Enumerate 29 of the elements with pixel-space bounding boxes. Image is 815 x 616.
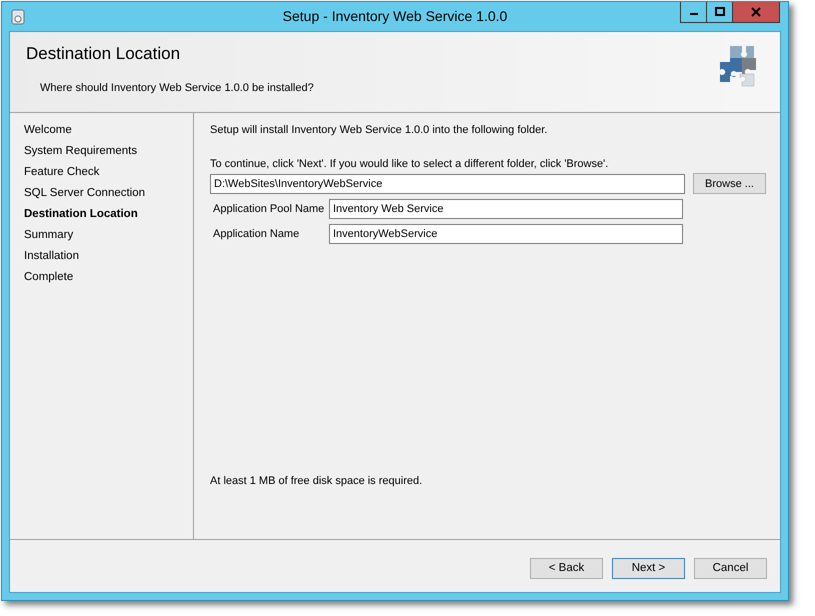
input-field[interactable]: InventoryWebService <box>329 224 683 244</box>
setup-icon <box>11 9 25 25</box>
minimize-button[interactable] <box>681 2 707 22</box>
field-label: Application Name <box>213 228 300 240</box>
page-title: Destination Location <box>26 44 182 64</box>
instruction-text: To continue, click 'Next'. If you would like to select a different folder, click 'Browse'. <box>210 158 610 170</box>
intro-text: Setup will install Inventory Web Service 1.0.0 into the following folder. <box>210 124 548 138</box>
close-button[interactable] <box>733 2 779 22</box>
input-field[interactable]: Inventory Web Service <box>329 199 683 219</box>
page-subtitle: Where should Inventory Web Service 1.0.0 be installed? <box>40 82 314 94</box>
field-label: Application Pool Name <box>213 203 326 215</box>
maximize-icon <box>714 7 724 17</box>
wizard-button[interactable]: Next > <box>612 558 685 578</box>
browse-button[interactable]: Browse ... <box>693 173 766 194</box>
close-icon <box>751 7 761 17</box>
window-title: Setup - Inventory Web Service 1.0.0 <box>282 8 508 24</box>
step-item: Feature Check <box>24 165 100 180</box>
step-item: SQL Server Connection <box>24 186 146 201</box>
step-item: Complete <box>24 270 74 285</box>
wizard-button[interactable]: < Back <box>530 558 603 578</box>
step-item: Installation <box>24 249 80 264</box>
folder-path-field[interactable]: D:\WebSites\InventoryWebService <box>210 174 685 194</box>
disk-space-note: At least 1 MB of free disk space is required. <box>210 475 424 487</box>
maximize-button[interactable] <box>707 2 733 22</box>
step-item: System Requirements <box>24 144 138 159</box>
step-item: Destination Location <box>24 207 139 222</box>
wizard-button[interactable]: Cancel <box>694 558 767 578</box>
step-item: Welcome <box>24 123 73 138</box>
step-item: Summary <box>24 228 74 243</box>
